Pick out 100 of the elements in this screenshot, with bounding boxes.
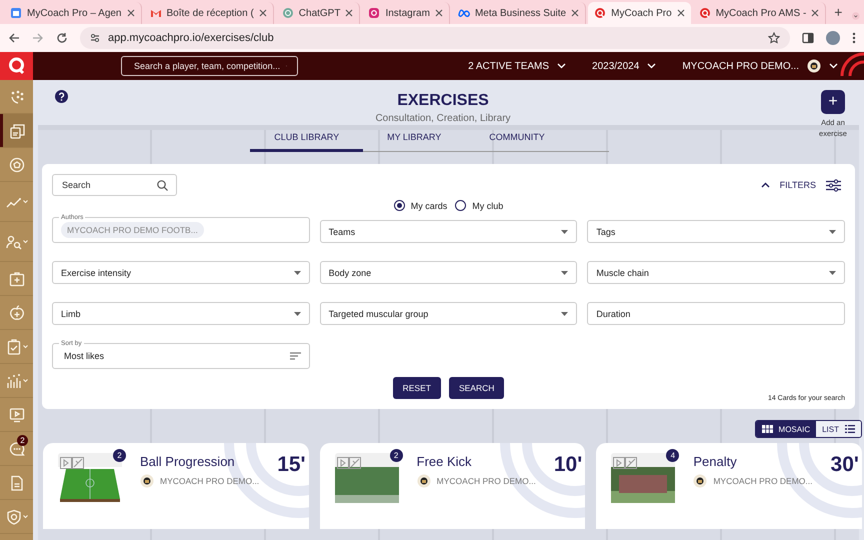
author-name: MYCOACH PRO DEMO... (713, 476, 813, 486)
dropdown-field[interactable]: Teams (320, 220, 578, 243)
close-icon[interactable] (345, 9, 354, 17)
radio-button[interactable] (455, 200, 466, 211)
sort-value: Most likes (64, 351, 104, 361)
clipboard-check-icon (6, 338, 22, 354)
dropdown-arrow-icon (294, 270, 301, 274)
library-tab[interactable]: CLUB LIBRARY (250, 132, 364, 152)
tab-title: Instagram (385, 8, 430, 18)
radio-option[interactable]: My cards (394, 200, 448, 211)
close-icon[interactable] (811, 9, 820, 17)
search-field[interactable]: Search (52, 174, 177, 196)
tab-title: MyCoach Pro AMS - (716, 8, 806, 18)
dropdown-arrow-icon (828, 230, 836, 234)
calendar-icon (10, 7, 22, 19)
bar-chart-icon (6, 372, 22, 388)
exercise-cards-icon (8, 122, 24, 138)
browser-tab[interactable]: MyCoach Pro (588, 2, 691, 24)
star-icon[interactable] (768, 32, 780, 44)
season-dropdown[interactable]: 2023/2024 (592, 60, 656, 72)
club-dropdown[interactable]: MYCOACH PRO DEMO... (682, 59, 838, 73)
mail-icon (150, 7, 162, 19)
tab-title: Boîte de réception ( (166, 8, 254, 18)
club-crest-icon (807, 59, 821, 73)
club-crest-icon (140, 474, 154, 488)
list-view-button[interactable]: LIST (816, 421, 861, 437)
exercise-card[interactable]: 2 Ball Progression MYCOACH PRO DEMO... 15' (43, 443, 309, 529)
dropdown-field[interactable]: Tags (587, 220, 845, 243)
dropdown-field[interactable]: Limb (52, 302, 310, 325)
tab-title: MyCoach Pro (611, 8, 672, 18)
add-exercise-button[interactable]: + (821, 90, 845, 114)
media-count-badge: 2 (113, 449, 126, 462)
help-icon[interactable] (55, 90, 68, 103)
caret-icon (647, 63, 656, 69)
list-icon (845, 425, 855, 433)
caret-icon (557, 63, 566, 69)
chevron-up-icon[interactable] (760, 182, 770, 188)
author-name: MYCOACH PRO DEMO... (436, 476, 536, 486)
tactics-board-icon (8, 88, 24, 104)
media-icon (336, 457, 361, 469)
dropdown-arrow-icon (561, 312, 568, 316)
person-search-icon (6, 234, 22, 250)
dropdown-field[interactable]: Body zone (320, 261, 578, 284)
media-icon (613, 457, 638, 469)
input-field[interactable]: Duration (587, 302, 845, 325)
url-text: app.mycoachpro.io/exercises/club (108, 32, 275, 44)
exercise-card[interactable]: 4 Penalty MYCOACH PRO DEMO... 30' (596, 443, 862, 529)
dropdown-field[interactable]: Exercise intensity (52, 261, 310, 284)
media-count-badge: 4 (666, 449, 680, 462)
mosaic-view-button[interactable]: MOSAIC (756, 421, 816, 437)
back-arrow-icon[interactable] (8, 32, 20, 44)
dropdown-arrow-icon (561, 230, 568, 234)
notification-badge: 2 (17, 435, 28, 446)
tab-title: Meta Business Suite (474, 8, 566, 18)
exercise-title[interactable]: Penalty (693, 454, 813, 469)
video-icon (8, 406, 24, 422)
new-tab-button[interactable]: + (828, 4, 848, 20)
caret-icon (22, 514, 28, 518)
search-icon[interactable] (157, 180, 168, 190)
sliders-icon[interactable] (826, 178, 841, 192)
site-settings-icon[interactable] (90, 33, 100, 43)
search-field[interactable]: Search a player, team, competition... (121, 56, 298, 76)
caret-icon (22, 240, 28, 244)
app-logo-icon[interactable] (0, 52, 33, 80)
camera-icon (368, 7, 380, 19)
sidebar-item[interactable] (0, 114, 33, 148)
club-crest-icon (416, 474, 431, 488)
close-icon[interactable] (571, 9, 580, 17)
close-icon[interactable] (258, 9, 267, 17)
exercise-title[interactable]: Ball Progression (140, 454, 260, 469)
close-icon[interactable] (434, 9, 443, 17)
exercise-duration: 30' (830, 453, 859, 478)
medical-case-icon (8, 270, 24, 286)
library-tab[interactable]: MY LIBRARY (363, 132, 466, 152)
caret-icon (829, 63, 838, 69)
ball-icon (8, 156, 24, 172)
reset-button[interactable]: RESET (392, 377, 441, 399)
club-crest-icon (693, 474, 708, 488)
dropdown-field[interactable]: Muscle chain (587, 261, 845, 284)
filters-toggle[interactable]: FILTERS (780, 180, 816, 190)
caret-icon (22, 200, 28, 204)
media-icon (60, 457, 84, 469)
search-button[interactable]: SEARCH (448, 377, 504, 399)
exercise-title[interactable]: Free Kick (416, 454, 536, 469)
close-icon[interactable] (126, 9, 134, 17)
shield-icon (6, 508, 22, 524)
radio-button[interactable] (394, 200, 405, 211)
teams-dropdown[interactable]: 2 ACTIVE TEAMS (468, 60, 566, 72)
radio-option[interactable]: My club (455, 200, 504, 211)
address-bar[interactable]: app.mycoachpro.io/exercises/club (80, 27, 790, 49)
close-icon[interactable] (676, 9, 685, 17)
reload-icon[interactable] (56, 32, 68, 44)
profile-avatar[interactable] (826, 31, 840, 45)
library-tab[interactable]: COMMUNITY (465, 132, 569, 152)
exercise-card[interactable]: 2 Free Kick MYCOACH PRO DEMO... 10' (320, 443, 586, 529)
tab-title: MyCoach Pro – Agen (27, 8, 122, 18)
menu-icon[interactable] (852, 32, 856, 44)
dropdown-arrow-icon (561, 270, 568, 274)
side-panel-icon[interactable] (802, 32, 814, 44)
dropdown-field[interactable]: Targeted muscular group (320, 302, 578, 325)
